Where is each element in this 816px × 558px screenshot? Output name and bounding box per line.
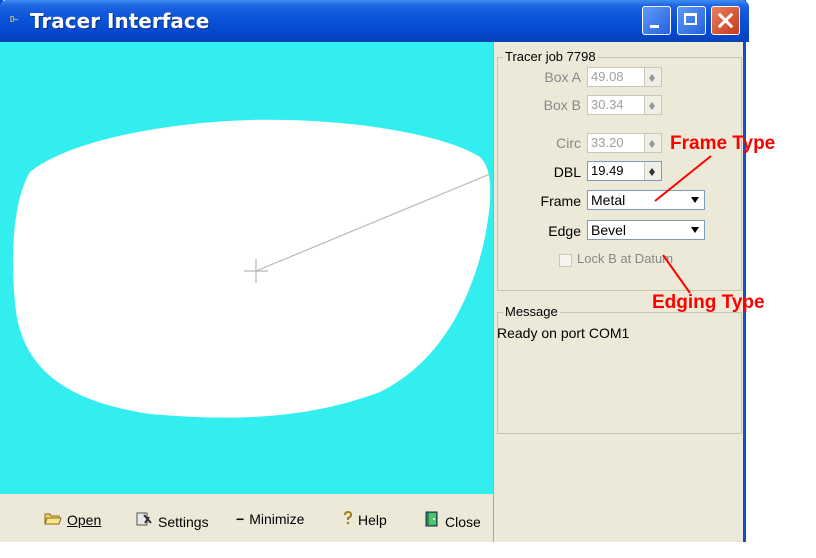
circ-value: 33.20 <box>591 135 624 150</box>
circ-spinner[interactable]: 33.20 <box>587 133 662 153</box>
folder-open-icon <box>44 511 62 528</box>
title-bar[interactable]: D~ Tracer Interface <box>0 0 749 42</box>
lens-trace-svg <box>12 119 491 418</box>
open-button[interactable]: Open <box>44 511 101 528</box>
dbl-spinner[interactable]: 19.49 <box>587 161 662 181</box>
lock-b-label: Lock B at Datum <box>577 251 674 266</box>
lens-shape <box>12 119 491 418</box>
message-text: Ready on port COM1 <box>497 325 630 341</box>
minus-icon: − <box>236 511 245 527</box>
minimize-window-button[interactable] <box>642 6 671 35</box>
box-b-spin-arrows-icon[interactable] <box>644 96 661 114</box>
tracer-job-title: Tracer job 7798 <box>503 49 598 64</box>
edging-type-annotation: Edging Type <box>652 292 765 313</box>
app-icon: D~ <box>10 15 19 24</box>
box-a-label: Box A <box>544 69 581 85</box>
bottom-toolbar: Open Settings − Minimize Help Close <box>0 494 493 542</box>
message-title: Message <box>503 304 560 319</box>
help-label: Help <box>358 512 387 528</box>
close-button[interactable]: Close <box>424 511 481 530</box>
close-window-button[interactable] <box>711 6 740 35</box>
dbl-value: 19.49 <box>591 163 624 178</box>
circ-spin-arrows-icon[interactable] <box>644 134 661 152</box>
frame-select[interactable]: Metal <box>587 190 705 210</box>
frame-value: Metal <box>591 192 626 208</box>
settings-label: Settings <box>158 514 209 530</box>
circ-label: Circ <box>556 135 581 151</box>
box-b-value: 30.34 <box>591 97 624 112</box>
dbl-label: DBL <box>553 164 581 180</box>
edge-dropdown-icon[interactable] <box>686 221 704 239</box>
maximize-window-button[interactable] <box>677 6 706 35</box>
frame-type-annotation: Frame Type <box>670 133 776 154</box>
minimize-button[interactable]: − Minimize <box>236 511 304 527</box>
close-label: Close <box>445 514 481 530</box>
box-a-spin-arrows-icon[interactable] <box>644 68 661 86</box>
lock-b-checkbox[interactable] <box>559 254 572 267</box>
edge-value: Bevel <box>591 222 627 238</box>
trace-canvas[interactable] <box>0 42 493 494</box>
minimize-label: Minimize <box>249 511 305 527</box>
window-title: Tracer Interface <box>30 9 210 33</box>
help-icon <box>343 510 353 528</box>
box-a-value: 49.08 <box>591 69 624 84</box>
frame-dropdown-icon[interactable] <box>686 191 704 209</box>
dbl-spin-arrows-icon[interactable] <box>644 162 661 180</box>
frame-label: Frame <box>540 193 581 209</box>
edge-label: Edge <box>548 223 581 239</box>
settings-button[interactable]: Settings <box>135 511 209 530</box>
settings-icon <box>135 511 153 530</box>
help-button[interactable]: Help <box>343 510 387 528</box>
box-b-label: Box B <box>543 97 581 113</box>
edge-select[interactable]: Bevel <box>587 220 705 240</box>
exit-door-icon <box>424 511 440 530</box>
open-label: Open <box>67 512 102 528</box>
box-a-spinner[interactable]: 49.08 <box>587 67 662 87</box>
box-b-spinner[interactable]: 30.34 <box>587 95 662 115</box>
